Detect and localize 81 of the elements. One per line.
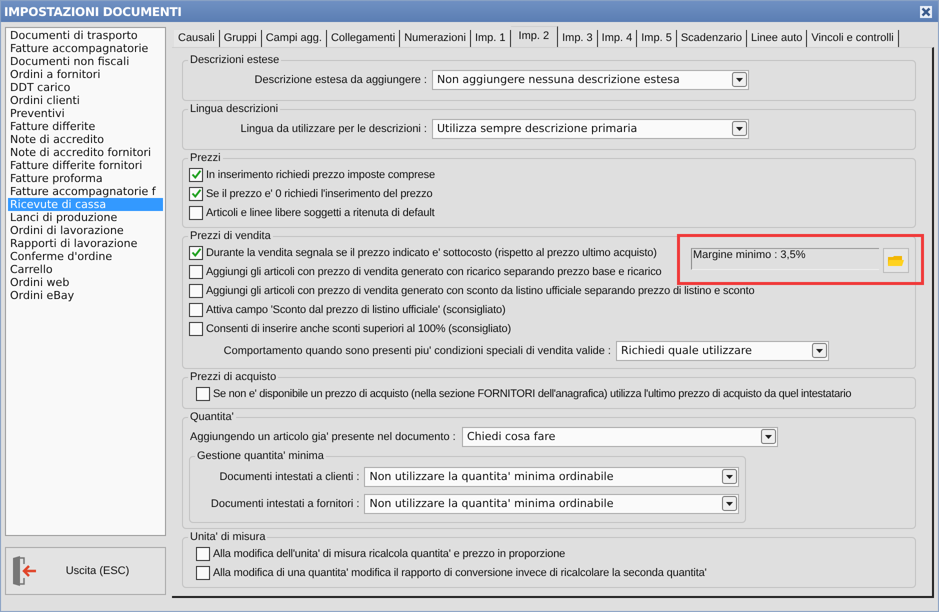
checkbox-label: Se non e' disponibile un prezzo di acquisto (nella sezione FORNITORI dell'anagrafica) utilizza l'ultimo prezzo di acquisto da quel intestatario: [213, 388, 852, 400]
checkbox[interactable]: [189, 284, 203, 298]
tab[interactable]: Imp. 4: [598, 30, 638, 47]
tab[interactable]: Vincoli e controlli: [807, 30, 899, 47]
checkbox[interactable]: [196, 546, 210, 560]
margin-field: Margine minimo : 3,5%: [691, 248, 879, 270]
dropdown[interactable]: Utilizza sempre descrizione primaria: [432, 118, 749, 138]
tab[interactable]: Imp. 5: [637, 30, 677, 47]
document-type-item[interactable]: Ordini a fornitori: [8, 68, 163, 81]
group-title: Descrizioni estese: [189, 54, 280, 67]
tab[interactable]: Scadenzario: [676, 30, 747, 47]
group-title: Gestione quantita' minima: [196, 450, 325, 463]
document-type-item[interactable]: Ordini eBay: [8, 289, 163, 302]
field-label: Descrizione estesa da aggiungere :: [254, 74, 428, 86]
dropdown[interactable]: Non utilizzare la quantita' minima ordinabile: [364, 466, 739, 486]
field-label: Documenti intestati a fornitori :: [210, 498, 360, 510]
checkbox[interactable]: [189, 264, 203, 278]
exit-door-icon: [10, 556, 38, 586]
group-title: Prezzi: [189, 152, 222, 165]
tab[interactable]: Imp. 3: [558, 30, 598, 47]
checkbox[interactable]: [196, 386, 210, 400]
dropdown[interactable]: Richiedi quale utilizzare: [616, 340, 829, 360]
document-type-item[interactable]: DDT carico: [8, 81, 163, 94]
document-type-item[interactable]: Ordini di lavorazione: [8, 224, 163, 237]
dropdown[interactable]: Non aggiungere nessuna descrizione estesa: [432, 70, 749, 90]
field-label: Aggiungendo un articolo gia' presente nel documento :: [189, 430, 457, 442]
checkbox-label: Attiva campo 'Sconto dal prezzo di listino ufficiale' (sconsigliato): [206, 304, 506, 316]
document-type-item[interactable]: Fatture accompagnatorie: [8, 42, 163, 55]
checkbox-label: Durante la vendita segnala se il prezzo indicato e' sottocosto (rispetto al prezzo ultimo acquisto): [206, 246, 657, 258]
checkbox-label: Aggiungi gli articoli con prezzo di vendita generato con ricarico separando prezzo base e ricarico: [206, 266, 662, 278]
tab[interactable]: Imp. 2: [510, 26, 558, 47]
checkbox-label: Se il prezzo e' 0 richiedi l'inserimento del prezzo: [206, 188, 432, 200]
document-type-item[interactable]: Ordini web: [8, 276, 163, 289]
field-label: Comportamento quando sono presenti piu' condizioni speciali di vendita valide :: [222, 344, 612, 356]
dropdown[interactable]: Chiedi cosa fare: [462, 426, 778, 446]
document-type-item[interactable]: Note di accredito: [8, 133, 163, 146]
checkbox-label: Alla modifica dell'unita' di misura ricalcola quantita' e prezzo in proporzione: [213, 548, 566, 560]
document-type-item[interactable]: Lanci di produzione: [8, 211, 163, 224]
document-type-item[interactable]: Preventivi: [8, 107, 163, 120]
checkbox-label: Alla modifica di una quantita' modifica il rapporto di conversione invece di ricalcolare la seconda quantita': [213, 566, 707, 578]
checkbox[interactable]: [189, 186, 203, 200]
group-title: Prezzi di acquisto: [189, 371, 278, 384]
field-label: Lingua da utilizzare per le descrizioni :: [240, 122, 428, 134]
document-type-item[interactable]: Rapporti di lavorazione: [8, 237, 163, 250]
document-type-item[interactable]: Carrello: [8, 263, 163, 276]
document-type-item[interactable]: Fatture differite fornitori: [8, 159, 163, 172]
tab[interactable]: Gruppi: [220, 30, 262, 47]
tab[interactable]: Numerazioni: [400, 30, 471, 47]
checkbox[interactable]: [189, 206, 203, 220]
checkbox-label: In inserimento richiedi prezzo imposte comprese: [206, 168, 435, 180]
exit-button[interactable]: Uscita (ESC): [5, 547, 166, 595]
tab[interactable]: Campi agg.: [262, 30, 327, 47]
checkbox[interactable]: [189, 168, 203, 182]
document-type-item[interactable]: Ordini clienti: [8, 94, 163, 107]
document-type-item[interactable]: Fatture proforma: [8, 172, 163, 185]
close-icon[interactable]: [920, 6, 932, 18]
checkbox[interactable]: [189, 302, 203, 316]
document-type-item[interactable]: Fatture differite: [8, 120, 163, 133]
checkbox[interactable]: [189, 246, 203, 260]
group-title: Prezzi di vendita: [189, 230, 272, 243]
field-label: Documenti intestati a clienti :: [218, 470, 360, 482]
document-type-item[interactable]: Documenti non fiscali: [8, 55, 163, 68]
tab[interactable]: Imp. 1: [470, 30, 511, 47]
window-title: IMPOSTAZIONI DOCUMENTI: [4, 4, 182, 18]
checkbox-label: Consenti di inserire anche sconti superiori al 100% (sconsigliato): [206, 322, 511, 334]
document-type-item[interactable]: Fatture accompagnatorie f: [8, 185, 163, 198]
group-title: Unita' di misura: [189, 531, 266, 544]
group-title: Lingua descrizioni: [189, 103, 280, 116]
document-type-item[interactable]: Conferme d'ordine: [8, 250, 163, 263]
checkbox[interactable]: [189, 322, 203, 336]
tab[interactable]: Linee auto: [746, 30, 808, 47]
document-type-item[interactable]: Note di accredito fornitori: [8, 146, 163, 159]
document-type-item[interactable]: Documenti di trasporto: [8, 29, 163, 42]
checkbox-label: Aggiungi gli articoli con prezzo di vendita generato con sconto da listino ufficiale separando prezzo di listino e sconto: [206, 284, 754, 296]
dropdown[interactable]: Non utilizzare la quantita' minima ordinabile: [364, 494, 739, 514]
checkbox[interactable]: [196, 566, 210, 580]
tab[interactable]: Collegamenti: [326, 30, 400, 47]
folder-icon: [888, 254, 904, 266]
checkbox-label: Articoli e linee libere soggetti a ritenuta di default: [206, 206, 435, 218]
group-title: Quantita': [189, 411, 235, 424]
tab[interactable]: Causali: [174, 30, 220, 47]
